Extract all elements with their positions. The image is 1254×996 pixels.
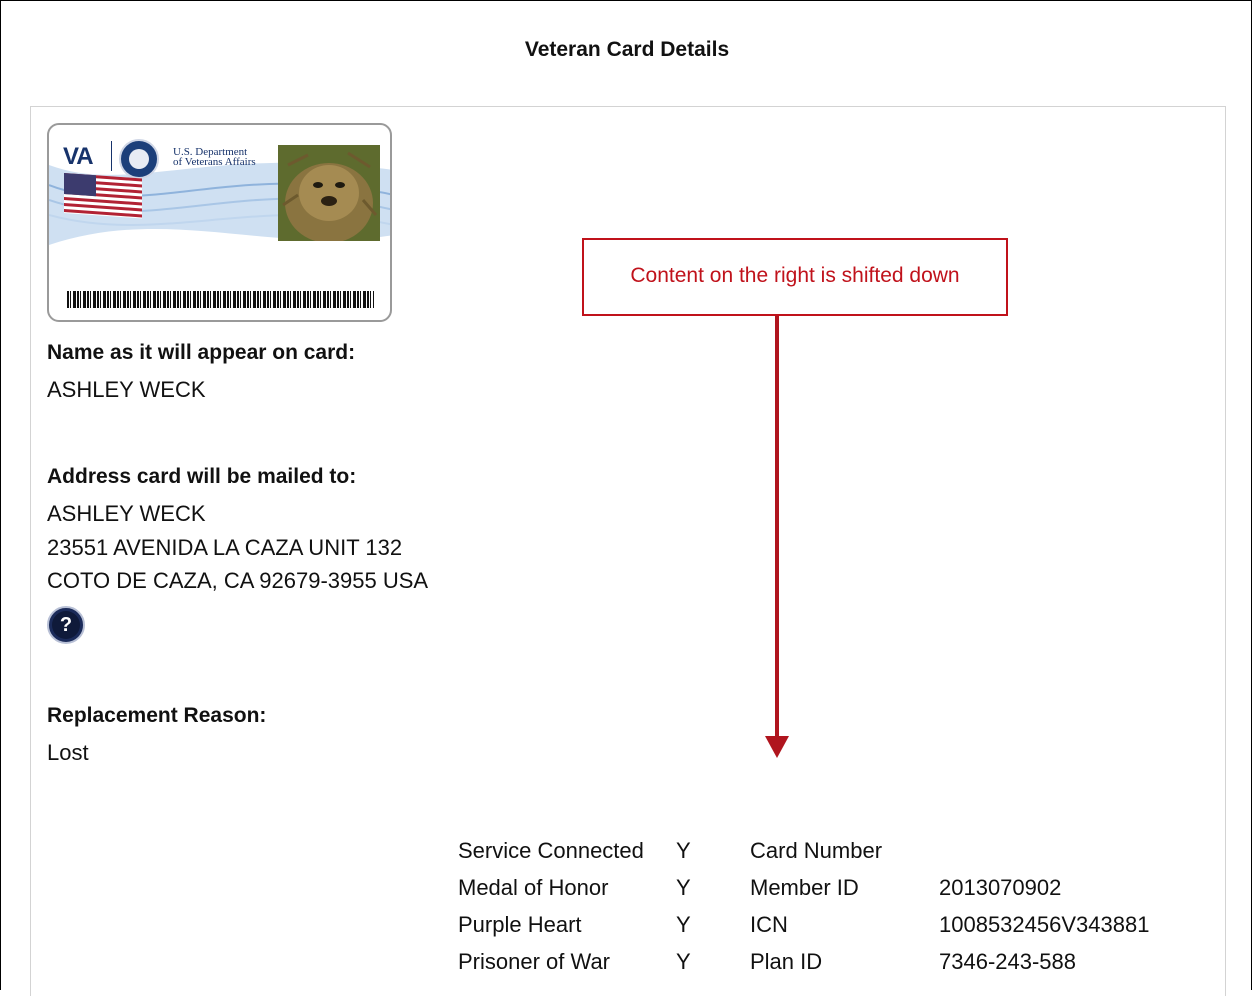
name-label: Name as it will appear on card: [47, 341, 356, 364]
us-flag-icon [64, 173, 142, 219]
detail-flag: Y [676, 912, 691, 937]
detail-label: Medal of Honor [458, 875, 609, 900]
detail-flag: Y [676, 838, 691, 863]
annotation-arrow-line [775, 316, 779, 736]
card-barcode [67, 291, 374, 308]
detail-flag: Y [676, 875, 691, 900]
detail-field: Card Number [750, 838, 883, 863]
address-line-3: COTO DE CAZA, CA 92679-3955 USA [47, 568, 429, 593]
help-icon[interactable]: ? [47, 606, 85, 644]
replacement-reason-value: Lost [47, 740, 89, 765]
annotation-callout: Content on the right is shifted down [582, 238, 1008, 316]
address-label: Address card will be mailed to: [47, 465, 357, 488]
department-line-2: of Veterans Affairs [173, 156, 256, 168]
address-line-2: 23551 AVENIDA LA CAZA UNIT 132 [47, 535, 403, 560]
detail-flag: Y [676, 949, 691, 974]
detail-value: 1008532456V343881 [939, 912, 1150, 937]
name-value: ASHLEY WECK [47, 377, 206, 402]
cardholder-photo [278, 145, 380, 241]
detail-field: ICN [750, 912, 788, 937]
address-line-1: ASHLEY WECK [47, 501, 206, 526]
detail-value: 7346-243-588 [939, 949, 1077, 974]
arrow-down-icon [765, 736, 789, 758]
detail-label: Service Connected [458, 838, 644, 863]
replacement-reason-label: Replacement Reason: [47, 704, 267, 727]
detail-field: Member ID [750, 875, 859, 900]
page-title: Veteran Card Details [524, 38, 730, 61]
logo-divider [111, 141, 112, 171]
va-logo: VA [63, 143, 94, 170]
veteran-card-preview: VA U.S. Department of Veterans Affairs [47, 123, 392, 322]
detail-label: Prisoner of War [458, 949, 611, 974]
detail-value: 2013070902 [939, 875, 1062, 900]
detail-label: Purple Heart [458, 912, 582, 937]
detail-field: Plan ID [750, 949, 823, 974]
department-name: U.S. Department of Veterans Affairs [173, 147, 256, 168]
